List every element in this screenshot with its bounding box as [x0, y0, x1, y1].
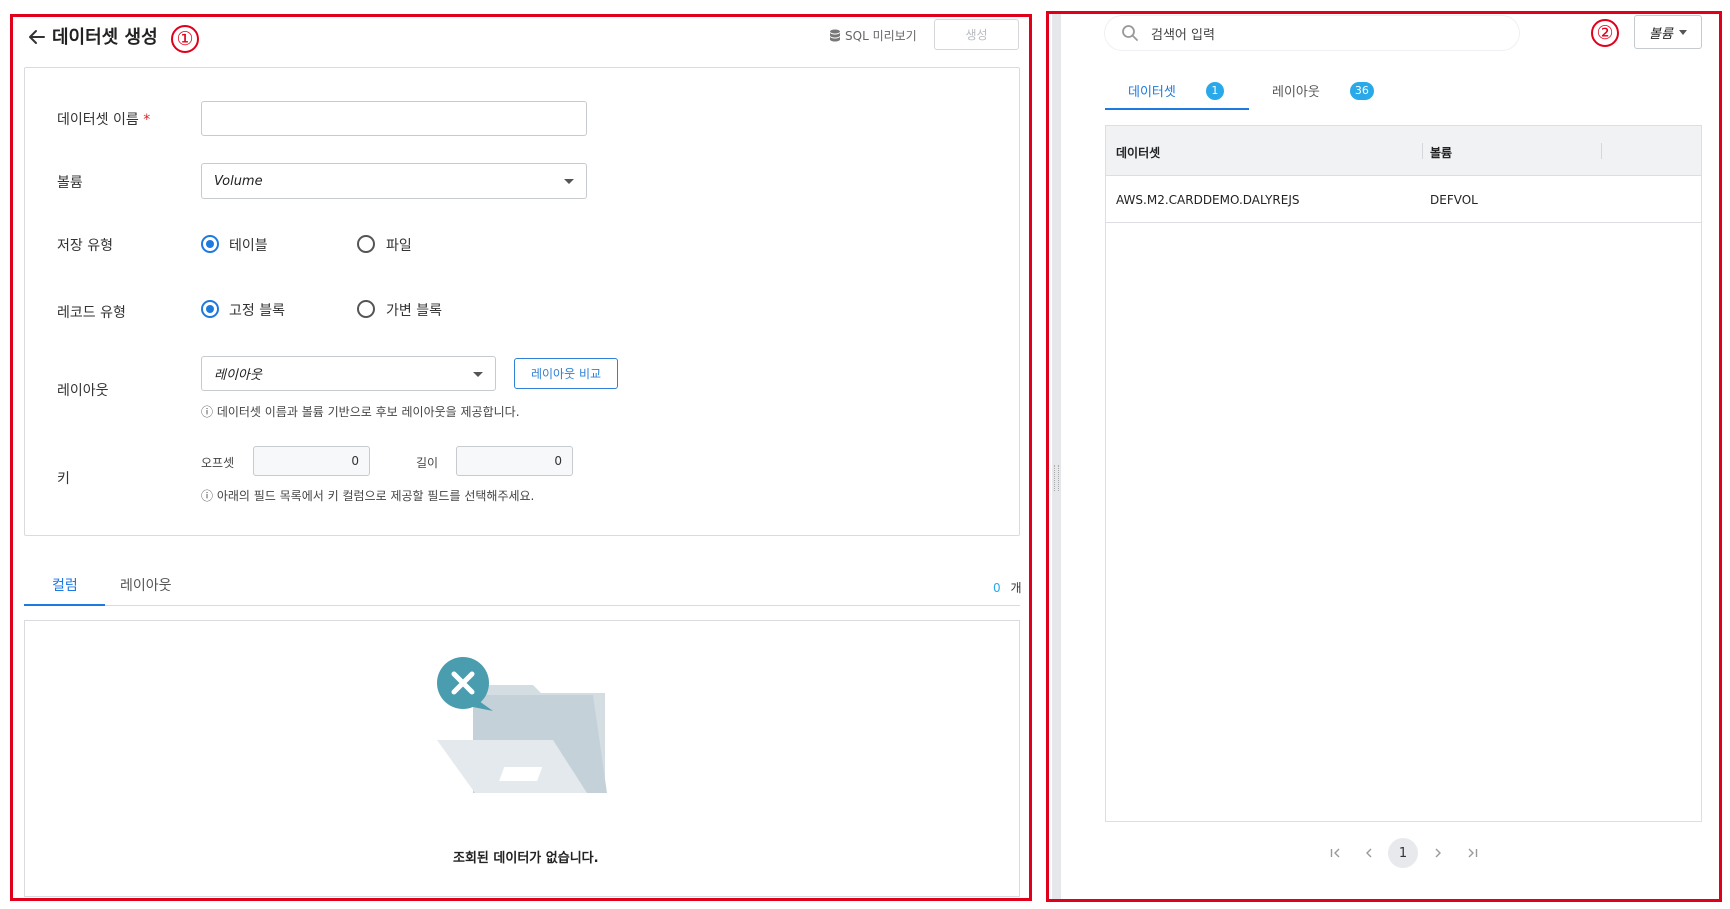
back-arrow-icon[interactable] [26, 26, 48, 48]
tab-divider [24, 605, 1020, 606]
sql-preview-label: SQL 미리보기 [845, 29, 917, 43]
key-hint: ⓘ 아래의 필드 목록에서 키 컬럼으로 제공할 필드를 선택해주세요. [201, 489, 535, 503]
dataset-name-label: 데이터셋 이름 * [57, 112, 151, 128]
column-separator[interactable] [1422, 143, 1423, 159]
tab-columns[interactable]: 컬럼 [52, 575, 78, 595]
record-type-variable-label[interactable]: 가변 블록 [386, 300, 442, 320]
record-type-fixed-label[interactable]: 고정 블록 [229, 300, 285, 320]
resize-grip-icon[interactable] [1054, 465, 1059, 491]
active-tab-indicator [1105, 108, 1249, 110]
sql-preview-button[interactable]: SQL 미리보기 [829, 27, 917, 44]
annotation-marker-2: ② [1591, 19, 1619, 47]
volume-filter-label: 볼륨 [1649, 26, 1673, 42]
storage-type-table-radio[interactable] [201, 235, 219, 253]
next-page-button[interactable] [1426, 841, 1450, 865]
column-header-volume[interactable]: 볼륨 [1430, 144, 1452, 161]
tab-datasets[interactable]: 데이터셋 1 [1128, 81, 1224, 100]
offset-input[interactable]: 0 [253, 446, 370, 476]
layout-select-value: 레이아웃 [214, 368, 262, 383]
search-placeholder: 검색어 입력 [1151, 27, 1215, 43]
page-1-button[interactable]: 1 [1388, 838, 1418, 868]
chevron-left-icon [1366, 848, 1372, 858]
active-tab-indicator [24, 604, 105, 606]
last-page-icon [1468, 848, 1478, 858]
layout-compare-button[interactable]: 레이아웃 비교 [514, 358, 618, 389]
volume-filter-dropdown[interactable]: 볼륨 [1634, 15, 1702, 49]
storage-type-file-radio[interactable] [357, 235, 375, 253]
dataset-count-badge: 1 [1205, 81, 1224, 100]
annotation-marker-1: ① [171, 25, 199, 53]
search-icon [1122, 25, 1138, 41]
row-volume: DEFVOL [1430, 193, 1478, 207]
dataset-table: 데이터셋 볼륨 AWS.M2.CARDDEMO.DALYREJS DEFVOL [1105, 125, 1702, 822]
key-label: 키 [57, 471, 70, 487]
storage-type-label: 저장 유형 [57, 238, 113, 254]
record-type-label: 레코드 유형 [57, 305, 126, 321]
layout-select[interactable]: 레이아웃 [201, 356, 496, 391]
layout-label: 레이아웃 [57, 383, 109, 399]
last-page-button[interactable] [1460, 841, 1484, 865]
length-label: 길이 [416, 456, 439, 470]
first-page-icon [1330, 848, 1340, 858]
column-count: 0 개 [993, 581, 1022, 595]
chevron-down-icon [564, 179, 574, 184]
chevron-right-icon [1435, 848, 1441, 858]
layout-hint: ⓘ 데이터셋 이름과 볼륨 기반으로 후보 레이아웃을 제공합니다. [201, 405, 520, 419]
tab-layouts[interactable]: 레이아웃 36 [1272, 81, 1374, 100]
storage-type-table-label[interactable]: 테이블 [229, 235, 268, 255]
column-header-dataset[interactable]: 데이터셋 [1116, 144, 1160, 161]
database-icon [830, 29, 840, 42]
dataset-name-input[interactable] [201, 101, 587, 136]
chevron-down-icon [473, 371, 483, 377]
row-dataset-name: AWS.M2.CARDDEMO.DALYREJS [1116, 193, 1300, 207]
prev-page-button[interactable] [1357, 841, 1381, 865]
empty-message: 조회된 데이터가 없습니다. [453, 851, 599, 866]
required-mark: * [143, 112, 151, 128]
table-row[interactable]: AWS.M2.CARDDEMO.DALYREJS DEFVOL [1106, 176, 1701, 223]
tab-layout[interactable]: 레이아웃 [120, 575, 172, 595]
volume-select[interactable]: Volume [201, 163, 587, 199]
page-title: 데이터셋 생성 [52, 27, 158, 48]
record-type-variable-radio[interactable] [357, 300, 375, 318]
storage-type-file-label[interactable]: 파일 [386, 235, 412, 255]
caret-down-icon [1678, 29, 1687, 35]
volume-select-value: Volume [214, 173, 263, 189]
record-type-fixed-radio[interactable] [201, 300, 219, 318]
first-page-button[interactable] [1324, 841, 1348, 865]
column-separator[interactable] [1601, 143, 1602, 159]
create-button[interactable]: 생성 [934, 19, 1019, 50]
layout-count-badge: 36 [1349, 81, 1374, 100]
volume-label: 볼륨 [57, 175, 83, 191]
length-input[interactable]: 0 [456, 446, 573, 476]
table-header [1106, 126, 1701, 176]
panel-resize-handle[interactable] [1052, 14, 1061, 899]
search-input[interactable]: 검색어 입력 [1105, 16, 1519, 50]
empty-folder-icon [437, 657, 607, 793]
offset-label: 오프셋 [201, 456, 235, 470]
